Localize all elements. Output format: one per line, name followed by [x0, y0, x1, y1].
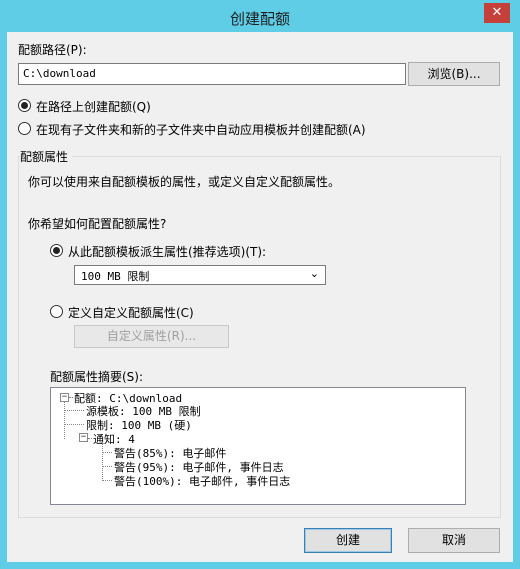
chevron-down-icon: ⌄: [309, 267, 319, 280]
radio-custom[interactable]: [50, 305, 63, 318]
option-custom-label[interactable]: 定义自定义配额属性(C): [68, 304, 194, 321]
tree-connector: [64, 410, 84, 411]
group-title: 配额属性: [20, 148, 73, 165]
radio-template[interactable]: [50, 244, 63, 257]
tree-connector: [102, 480, 112, 481]
create-button[interactable]: 创建: [304, 528, 392, 553]
collapse-icon[interactable]: −: [79, 433, 88, 442]
dialog-footer: 创建 取消: [7, 520, 513, 562]
radio-auto-apply[interactable]: [18, 122, 31, 135]
properties-question: 你希望如何配置配额属性?: [28, 217, 167, 231]
custom-properties-button[interactable]: 自定义属性(R)...: [74, 325, 229, 348]
title-bar[interactable]: 创建配额 ✕: [0, 0, 520, 34]
tree-connector: [69, 397, 73, 398]
collapse-icon[interactable]: −: [60, 393, 69, 402]
close-button[interactable]: ✕: [484, 3, 510, 23]
tree-node-warning[interactable]: 警告(100%): 电子邮件, 事件日志: [114, 473, 290, 489]
option-template-label[interactable]: 从此配额模板派生属性(推荐选项)(T):: [68, 243, 266, 260]
browse-button[interactable]: 浏览(B)...: [408, 62, 500, 86]
path-label: 配额路径(P):: [18, 43, 87, 57]
dialog-body: 配额路径(P): C:\download 浏览(B)... 在路径上创建配额(Q…: [7, 32, 513, 562]
template-select[interactable]: 100 MB 限制 ⌄: [74, 265, 326, 285]
tree-connector: [88, 438, 92, 439]
tree-connector: [64, 402, 65, 439]
dialog-title: 创建配额: [229, 10, 290, 28]
template-select-value: 100 MB 限制: [81, 270, 150, 283]
tree-connector: [102, 443, 103, 481]
path-input[interactable]: C:\download: [18, 63, 406, 85]
cancel-button[interactable]: 取消: [408, 528, 500, 553]
dialog-window: 创建配额 ✕ 配额路径(P): C:\download 浏览(B)... 在路径…: [0, 0, 520, 569]
summary-label: 配额属性摘要(S):: [50, 370, 144, 384]
option-auto-apply-label[interactable]: 在现有子文件夹和新的子文件夹中自动应用模板并创建配额(A): [36, 121, 366, 138]
option-create-on-path-label[interactable]: 在路径上创建配额(Q): [36, 98, 151, 115]
tree-connector: [64, 424, 84, 425]
tree-connector: [102, 452, 112, 453]
properties-description: 你可以使用来自配额模板的属性，或定义自定义配额属性。: [28, 175, 341, 189]
tree-connector: [102, 466, 112, 467]
close-icon: ✕: [491, 5, 503, 20]
radio-create-on-path[interactable]: [18, 99, 31, 112]
summary-tree[interactable]: − 配额: C:\download 源模板: 100 MB 限制 限制: 100…: [50, 387, 466, 505]
